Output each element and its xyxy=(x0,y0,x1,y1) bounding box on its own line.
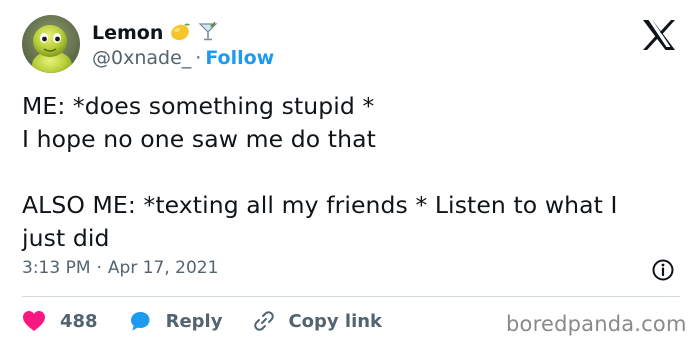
avatar[interactable] xyxy=(22,15,80,73)
heart-icon xyxy=(22,310,46,332)
like-count: 488 xyxy=(60,310,98,332)
watermark: boredpanda.com xyxy=(506,312,687,336)
like-button[interactable]: 488 xyxy=(22,310,98,332)
action-bar: 488 Reply Copy link xyxy=(22,306,382,336)
handle-separator: · xyxy=(195,47,202,69)
link-icon xyxy=(252,309,276,333)
tweet-text: ME: *does something stupid * I hope no o… xyxy=(22,92,618,252)
tweet-timestamp[interactable]: 3:13 PM · Apr 17, 2021 xyxy=(22,258,218,278)
tweet-time: 3:13 PM xyxy=(22,258,91,278)
reply-label: Reply xyxy=(165,310,223,332)
timestamp-separator: · xyxy=(96,258,102,278)
cocktail-glass-icon xyxy=(197,20,219,46)
copy-link-label: Copy link xyxy=(288,310,383,332)
avatar-image xyxy=(22,15,80,73)
tweet-date: Apr 17, 2021 xyxy=(107,258,219,278)
x-logo-icon[interactable] xyxy=(641,19,677,51)
lemon-icon xyxy=(169,20,191,46)
reply-bubble-icon xyxy=(128,309,152,333)
copy-link-button[interactable]: Copy link xyxy=(252,309,382,333)
follow-button[interactable]: Follow xyxy=(205,47,274,69)
display-name[interactable]: Lemon xyxy=(92,22,163,44)
info-icon[interactable] xyxy=(651,258,675,282)
author-name-row: Lemon xyxy=(92,20,219,46)
divider xyxy=(22,296,680,297)
author-handle[interactable]: @0xnade_ xyxy=(92,47,191,69)
reply-button[interactable]: Reply xyxy=(128,309,223,333)
author-handle-row: @0xnade_ · Follow xyxy=(92,47,274,69)
